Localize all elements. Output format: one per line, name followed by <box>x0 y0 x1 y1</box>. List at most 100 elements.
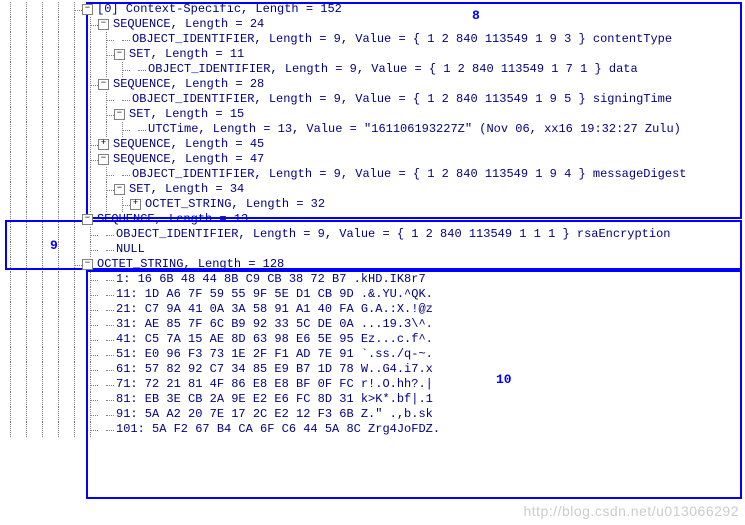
tree-row: −SEQUENCE, Length = 47 <box>2 152 745 167</box>
tree-indent <box>18 197 34 212</box>
tree-indent <box>98 92 114 107</box>
tree-indent <box>2 92 18 107</box>
tree-indent <box>18 77 34 92</box>
tree-leaf-connector <box>98 317 114 332</box>
tree-indent <box>34 407 50 422</box>
tree-indent <box>82 407 98 422</box>
tree-leaf-connector <box>98 347 114 362</box>
tree-indent <box>66 92 82 107</box>
tree-indent <box>2 167 18 182</box>
tree-indent <box>82 332 98 347</box>
tree-indent <box>50 32 66 47</box>
tree-indent <box>34 2 50 17</box>
tree-indent <box>82 137 98 152</box>
node-label: SET, Length = 11 <box>127 47 244 62</box>
tree-indent <box>50 17 66 32</box>
tree-indent <box>2 422 18 437</box>
tree-indent <box>82 92 98 107</box>
tree-row: 61: 57 82 92 C7 34 85 E9 B7 1D 78 W..G4.… <box>2 362 745 377</box>
tree-indent <box>66 2 82 17</box>
tree-indent <box>34 122 50 137</box>
tree-row: 91: 5A A2 20 7E 17 2C E2 12 F3 6B Z." .,… <box>2 407 745 422</box>
tree-row: −SEQUENCE, Length = 13 <box>2 212 745 227</box>
tree-indent <box>18 92 34 107</box>
tree-indent <box>66 242 82 257</box>
tree-indent <box>2 17 18 32</box>
tree-row: −[0] Context-Specific, Length = 152 <box>2 2 745 17</box>
collapse-icon[interactable]: − <box>114 49 125 60</box>
tree-indent <box>50 167 66 182</box>
tree-indent <box>82 167 98 182</box>
tree-indent <box>2 197 18 212</box>
node-label: 81: EB 3E CB 2A 9E E2 E6 FC 8D 31 k>K*.b… <box>114 392 433 407</box>
tree-indent <box>18 227 34 242</box>
collapse-icon[interactable]: − <box>82 214 93 225</box>
tree-indent <box>50 197 66 212</box>
tree-indent <box>34 182 50 197</box>
collapse-icon[interactable]: − <box>82 4 93 15</box>
tree-row: −SET, Length = 15 <box>2 107 745 122</box>
tree-indent <box>66 32 82 47</box>
collapse-icon[interactable]: − <box>114 109 125 120</box>
tree-indent <box>34 347 50 362</box>
tree-indent <box>18 122 34 137</box>
tree-indent <box>82 347 98 362</box>
collapse-icon[interactable]: − <box>98 19 109 30</box>
node-label: 41: C5 7A 15 AE 8D 63 98 E6 5E 95 Ez...c… <box>114 332 433 347</box>
tree-indent <box>18 407 34 422</box>
tree-indent <box>18 377 34 392</box>
node-label: OBJECT_IDENTIFIER, Length = 9, Value = {… <box>130 32 672 47</box>
tree-indent <box>2 122 18 137</box>
tree-indent <box>34 107 50 122</box>
tree-indent <box>18 362 34 377</box>
node-label: OBJECT_IDENTIFIER, Length = 9, Value = {… <box>130 167 687 182</box>
tree-indent <box>34 377 50 392</box>
tree-indent <box>82 317 98 332</box>
collapse-icon[interactable]: − <box>82 259 93 270</box>
tree-indent <box>34 62 50 77</box>
tree-indent <box>66 257 82 272</box>
collapse-icon[interactable]: − <box>114 184 125 195</box>
tree-indent <box>66 152 82 167</box>
tree-row: 81: EB 3E CB 2A 9E E2 E6 FC 8D 31 k>K*.b… <box>2 392 745 407</box>
tree-indent <box>2 332 18 347</box>
tree-indent <box>82 197 98 212</box>
tree-indent <box>34 77 50 92</box>
tree-leaf-connector <box>98 422 114 437</box>
tree-indent <box>66 422 82 437</box>
tree-indent <box>18 212 34 227</box>
tree-row: 41: C5 7A 15 AE 8D 63 98 E6 5E 95 Ez...c… <box>2 332 745 347</box>
tree-indent <box>18 422 34 437</box>
collapse-icon[interactable]: − <box>98 154 109 165</box>
tree-row: NULL <box>2 242 745 257</box>
tree-indent <box>82 152 98 167</box>
node-label: SEQUENCE, Length = 24 <box>111 17 264 32</box>
tree-indent <box>66 287 82 302</box>
expand-icon[interactable]: + <box>98 139 109 150</box>
tree-indent <box>66 197 82 212</box>
tree-indent <box>2 77 18 92</box>
tree-indent <box>66 137 82 152</box>
tree-indent <box>50 107 66 122</box>
tree-indent <box>2 32 18 47</box>
tree-indent <box>34 167 50 182</box>
tree-indent <box>2 212 18 227</box>
tree-row: 101: 5A F2 67 B4 CA 6F C6 44 5A 8C Zrg4J… <box>2 422 745 437</box>
tree-row: −SEQUENCE, Length = 28 <box>2 77 745 92</box>
collapse-icon[interactable]: − <box>98 79 109 90</box>
tree-leaf-connector <box>114 92 130 107</box>
tree-indent <box>34 152 50 167</box>
expand-icon[interactable]: + <box>130 199 141 210</box>
tree-indent <box>66 17 82 32</box>
tree-indent <box>66 347 82 362</box>
tree-indent <box>50 2 66 17</box>
tree-indent <box>18 242 34 257</box>
tree-indent <box>34 32 50 47</box>
tree-indent <box>82 47 98 62</box>
annotation-label-10: 10 <box>496 372 512 387</box>
tree-indent <box>18 137 34 152</box>
tree-leaf-connector <box>114 167 130 182</box>
tree-indent <box>66 62 82 77</box>
tree-indent <box>98 167 114 182</box>
tree-indent <box>82 287 98 302</box>
